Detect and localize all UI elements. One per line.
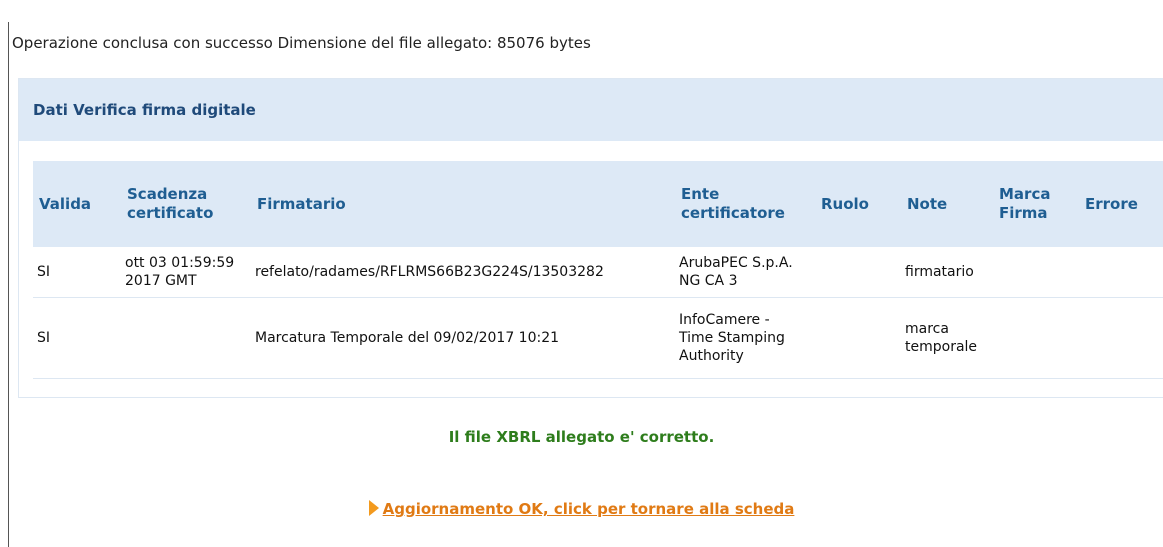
status-message: Operazione conclusa con successo Dimensi… (12, 34, 591, 52)
header-ente: Ente certificatore (681, 185, 785, 222)
header-ruolo: Ruolo (821, 194, 869, 213)
cell-marca-firma (993, 247, 1079, 298)
cell-ruolo (815, 297, 901, 379)
table-row: SI Marcatura Temporale del 09/02/2017 10… (33, 297, 1163, 379)
header-valida: Valida (39, 194, 92, 213)
header-marca-firma: Marca Firma (999, 185, 1051, 222)
header-errore: Errore (1085, 194, 1138, 213)
panel-title: Dati Verifica firma digitale (19, 79, 1163, 141)
cell-ente: InfoCamere - Time Stamping Authority (675, 297, 815, 379)
cell-valida: SI (33, 247, 121, 298)
back-to-record-link[interactable]: Aggiornamento OK, click per tornare alla… (383, 500, 795, 518)
header-firmatario: Firmatario (257, 194, 346, 213)
cell-firmatario: refelato/radames/RFLRMS66B23G224S/135032… (251, 247, 675, 298)
cell-valida: SI (33, 297, 121, 379)
cell-scadenza (121, 297, 251, 379)
signature-verification-panel: Dati Verifica firma digitale Valida Scad… (18, 78, 1163, 398)
xbrl-result-message: Il file XBRL allegato e' corretto. (448, 428, 715, 446)
arrow-right-icon (368, 500, 379, 516)
cell-ente: ArubaPEC S.p.A. NG CA 3 (675, 247, 815, 298)
cell-scadenza: ott 03 01:59:59 2017 GMT (121, 247, 251, 298)
cell-note: marca temporale (901, 297, 993, 379)
table-header-row: Valida Scadenza certificato Firmatario En… (33, 161, 1163, 247)
header-note: Note (907, 194, 948, 213)
cell-marca-firma (993, 297, 1079, 379)
update-link-container: Aggiornamento OK, click per tornare alla… (0, 500, 1163, 518)
cell-note: firmatario (901, 247, 993, 298)
table-row: SI ott 03 01:59:59 2017 GMT refelato/rada… (33, 247, 1163, 298)
cell-errore (1079, 297, 1163, 379)
header-scadenza: Scadenza certificato (127, 185, 214, 222)
cell-errore (1079, 247, 1163, 298)
signature-table: Valida Scadenza certificato Firmatario En… (33, 161, 1163, 379)
cell-ruolo (815, 247, 901, 298)
cell-firmatario: Marcatura Temporale del 09/02/2017 10:21 (251, 297, 675, 379)
